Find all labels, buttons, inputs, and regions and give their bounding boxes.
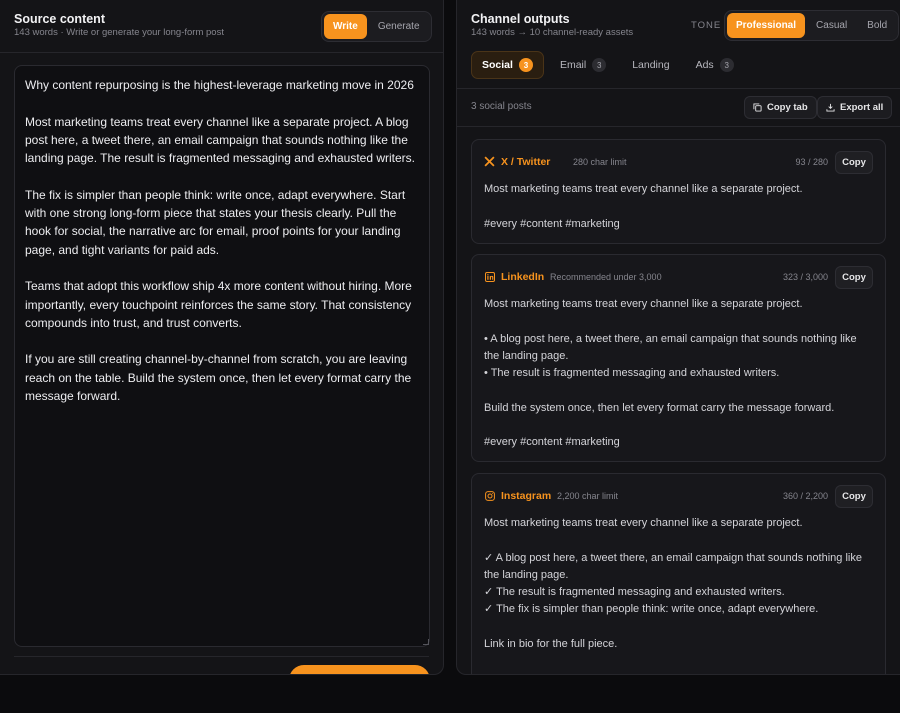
generate-outputs-button[interactable] [289, 665, 430, 674]
tab-label: Landing [632, 59, 670, 71]
card-channel-name: X / Twitter [501, 156, 551, 168]
source-subtitle: 143 words · Write or generate your long-… [14, 27, 224, 38]
resize-handle[interactable] [423, 639, 429, 645]
export-all-label: Export all [840, 102, 884, 113]
source-title: Source content [14, 12, 105, 26]
export-all-button[interactable]: Export all [817, 96, 893, 119]
social-post-count: 3 social posts [471, 101, 532, 112]
outputs-title: Channel outputs [471, 12, 570, 26]
tone-selector: Professional Casual Bold [724, 10, 900, 41]
card-char-limit: 280 char limit [573, 157, 627, 167]
tab-landing[interactable]: Landing [622, 51, 679, 79]
download-icon [826, 103, 835, 112]
tone-professional-button[interactable]: Professional [727, 13, 806, 38]
outputs-subtitle: 143 words → 10 channel-ready assets [471, 27, 634, 38]
channel-tabs: Social 3 Email 3 Landing Ads 3 [471, 51, 744, 79]
social-card-x: X / Twitter 280 char limit 93 / 280 Copy… [471, 139, 886, 244]
social-card-linkedin: LinkedIn Recommended under 3,000 323 / 3… [471, 254, 886, 462]
card-char-limit: Recommended under 3,000 [550, 272, 662, 282]
copy-tab-button[interactable]: Copy tab [744, 96, 817, 119]
tone-casual-button[interactable]: Casual [807, 13, 856, 38]
card-char-count: 323 / 3,000 [782, 272, 828, 282]
card-channel-name: LinkedIn [501, 271, 545, 283]
source-footer-divider [14, 656, 429, 657]
tone-label: TONE [691, 20, 722, 31]
tab-social[interactable]: Social 3 [471, 51, 544, 79]
source-panel: Source content 143 words · Write or gene… [0, 0, 444, 675]
card-body: Most marketing teams treat every channel… [484, 298, 857, 449]
tab-label: Ads [695, 59, 714, 71]
tab-email[interactable]: Email 3 [550, 51, 616, 79]
social-card-instagram: Instagram 2,200 char limit 360 / 2,200 C… [471, 473, 886, 674]
copy-icon [753, 103, 762, 112]
tab-label: Social [482, 59, 513, 71]
card-char-count: 93 / 280 [795, 157, 828, 167]
write-mode-button[interactable]: Write [324, 14, 367, 39]
source-header: Source content 143 words · Write or gene… [0, 0, 443, 53]
x-logo-icon [484, 156, 495, 167]
outputs-panel: Channel outputs 143 words → 10 channel-r… [456, 0, 900, 675]
mode-toggle: Write Generate [321, 11, 432, 42]
card-body: Most marketing teams treat every channel… [484, 183, 803, 230]
card-body: Most marketing teams treat every channel… [484, 517, 862, 651]
tab-count-badge: 3 [719, 58, 734, 72]
generate-mode-button[interactable]: Generate [369, 14, 429, 39]
instagram-icon [484, 490, 495, 501]
tab-ads[interactable]: Ads 3 [686, 51, 744, 79]
card-channel-name: Instagram [501, 490, 552, 502]
copy-button[interactable]: Copy [835, 151, 873, 174]
source-textarea[interactable]: Why content repurposing is the highest-l… [14, 65, 430, 647]
tab-label: Email [559, 59, 587, 71]
toolbar-divider [457, 126, 900, 127]
copy-button[interactable]: Copy [835, 266, 873, 289]
copy-button[interactable]: Copy [835, 485, 873, 508]
card-char-count: 360 / 2,200 [782, 491, 828, 501]
tab-count-badge: 3 [592, 58, 607, 72]
tabs-divider [457, 88, 900, 89]
tone-bold-button[interactable]: Bold [858, 13, 896, 38]
tab-count-badge: 3 [518, 58, 533, 72]
copy-tab-label: Copy tab [767, 102, 808, 113]
card-char-limit: 2,200 char limit [557, 491, 619, 501]
linkedin-icon [484, 271, 495, 282]
